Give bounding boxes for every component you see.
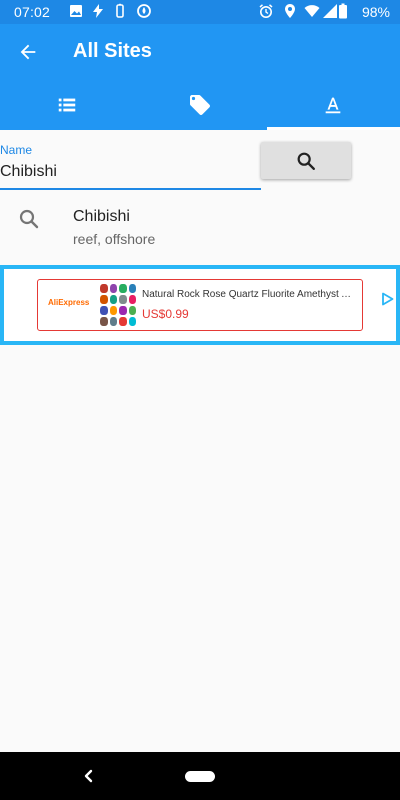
signal-icon <box>323 4 337 18</box>
image-icon <box>70 5 82 17</box>
result-title: Chibishi <box>73 208 130 225</box>
data-saver-icon <box>137 4 151 18</box>
back-button[interactable] <box>12 36 44 68</box>
ad-headline: Natural Rock Rose Quartz Fluorite Amethy… <box>142 289 354 300</box>
ad-banner[interactable]: AliExpress Natural Rock Rose Quartz Fluo… <box>0 265 400 345</box>
name-field-label: Name <box>0 143 33 157</box>
wifi-icon <box>304 5 320 18</box>
status-time: 07:02 <box>14 4 51 20</box>
ad-product-image <box>100 284 136 326</box>
location-icon <box>285 4 295 18</box>
list-icon <box>58 98 75 112</box>
name-field-underline <box>0 188 261 190</box>
flash-icon <box>93 4 103 18</box>
result-subtitle: reef, offshore <box>73 231 156 247</box>
status-bar: 07:02 98% <box>0 0 400 24</box>
list-item[interactable]: Chibishi reef, offshore <box>0 196 400 262</box>
tab-list[interactable] <box>0 80 133 130</box>
ad-price: US$0.99 <box>142 307 189 321</box>
tab-bar <box>0 80 400 130</box>
name-input[interactable] <box>0 158 260 186</box>
ad-brand-logo: AliExpress <box>48 298 90 307</box>
alarm-icon <box>259 4 273 18</box>
search-icon <box>297 152 315 170</box>
search-button[interactable] <box>261 142 351 179</box>
battery-percentage: 98% <box>361 4 390 20</box>
text-format-icon <box>325 97 341 114</box>
battery-saver-icon <box>116 3 124 18</box>
ad-card[interactable]: AliExpress Natural Rock Rose Quartz Fluo… <box>37 279 394 331</box>
tab-tags[interactable] <box>133 80 266 130</box>
tab-name[interactable] <box>266 80 400 130</box>
arrow-back-icon <box>20 44 36 60</box>
page-title: All Sites <box>73 40 152 62</box>
ad-choices-icon[interactable] <box>380 292 394 306</box>
nav-back-icon[interactable] <box>80 764 98 788</box>
app-bar: All Sites <box>0 24 400 80</box>
search-form: Name <box>0 130 400 194</box>
search-icon <box>19 209 39 229</box>
tag-icon <box>189 95 210 115</box>
battery-icon <box>339 3 347 19</box>
nav-home-button[interactable] <box>185 771 215 782</box>
system-nav-bar <box>0 752 400 800</box>
